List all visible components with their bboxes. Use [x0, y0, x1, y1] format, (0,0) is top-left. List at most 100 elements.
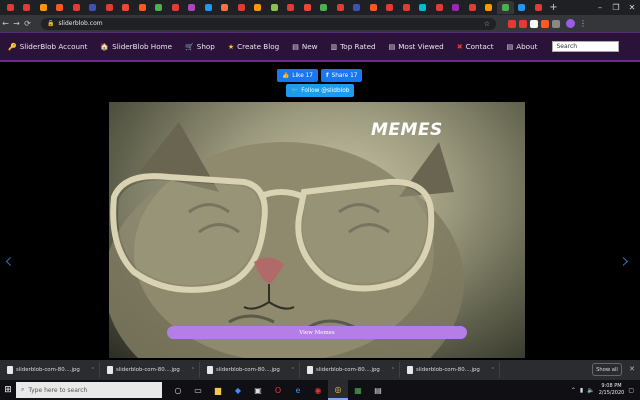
- nav-item-shop[interactable]: 🛒 Shop: [185, 42, 215, 51]
- browser-tab[interactable]: [151, 1, 168, 14]
- windows-start-icon[interactable]: ⊞: [0, 380, 16, 400]
- extension-icon[interactable]: [541, 19, 549, 28]
- browser-tab[interactable]: [497, 1, 514, 14]
- next-slide-arrow-icon[interactable]: ›: [621, 249, 630, 274]
- nav-item-about[interactable]: ▤ About: [507, 42, 538, 51]
- download-item[interactable]: sliderblob-com-80....jpg ⌃: [203, 362, 300, 378]
- browser-tab[interactable]: [365, 1, 382, 14]
- close-window-icon[interactable]: ✕: [624, 1, 640, 13]
- browser-tab[interactable]: [530, 1, 547, 14]
- browser-tab[interactable]: [52, 1, 69, 14]
- opera-icon[interactable]: O: [268, 380, 288, 400]
- media-icon[interactable]: ◉: [308, 380, 328, 400]
- browser-tab[interactable]: [464, 1, 481, 14]
- multitask-icon[interactable]: ▭: [188, 380, 208, 400]
- minimize-icon[interactable]: –: [592, 1, 608, 13]
- task-view-icon[interactable]: ○: [168, 380, 188, 400]
- nav-item-create-blog[interactable]: ★ Create Blog: [228, 42, 279, 51]
- reload-icon[interactable]: ⟳: [22, 19, 33, 28]
- back-icon[interactable]: ←: [0, 19, 11, 28]
- close-downloads-icon[interactable]: ✕: [629, 365, 635, 373]
- download-options-icon[interactable]: ⌃: [491, 367, 495, 373]
- browser-tab[interactable]: [398, 1, 415, 14]
- show-all-downloads-button[interactable]: Show all: [592, 363, 622, 376]
- browser-tab[interactable]: [101, 1, 118, 14]
- browser-tab[interactable]: [431, 1, 448, 14]
- browser-tab[interactable]: [332, 1, 349, 14]
- lock-icon: 🔒: [47, 20, 55, 27]
- extension-icon[interactable]: [508, 19, 516, 28]
- nav-item-label: Contact: [465, 42, 494, 51]
- menu-kebab-icon[interactable]: ⋮: [579, 19, 587, 28]
- browser-tab[interactable]: [2, 1, 19, 14]
- maximize-icon[interactable]: ❐: [608, 1, 624, 13]
- browser-tab[interactable]: [514, 1, 531, 14]
- site-search-input[interactable]: Search: [552, 41, 620, 52]
- download-options-icon[interactable]: ⌃: [191, 367, 195, 373]
- notifications-icon[interactable]: ▢: [628, 387, 634, 394]
- browser-tab[interactable]: [184, 1, 201, 14]
- nav-item-sliderblob-account[interactable]: 🔑 SliderBlob Account: [8, 42, 87, 51]
- browser-tab[interactable]: [481, 1, 498, 14]
- download-options-icon[interactable]: ⌃: [391, 367, 395, 373]
- nav-item-contact[interactable]: ✖ Contact: [457, 42, 494, 51]
- network-icon[interactable]: ▮: [580, 387, 583, 394]
- nav-item-new[interactable]: ▤ New: [292, 42, 317, 51]
- tray-chevron-icon[interactable]: ⌃: [571, 387, 576, 394]
- browser-tab[interactable]: [200, 1, 217, 14]
- edge-icon[interactable]: e: [288, 380, 308, 400]
- window-controls: – ❐ ✕: [592, 1, 640, 13]
- new-tab-icon[interactable]: +: [547, 2, 561, 13]
- twitter-follow-button[interactable]: 🐦 Follow @slidblob: [286, 84, 355, 97]
- clock[interactable]: 9:08 PM 2/15/2020: [599, 383, 625, 397]
- taskbar-search-input[interactable]: ⌕ Type here to search: [16, 382, 162, 398]
- nav-item-top-rated[interactable]: ▥ Top Rated: [331, 42, 376, 51]
- browser-tab[interactable]: [448, 1, 465, 14]
- previous-slide-arrow-icon[interactable]: ‹: [4, 249, 13, 274]
- nav-item-sliderblob-home[interactable]: 🏠 SliderBlob Home: [100, 42, 172, 51]
- browser-tab[interactable]: [266, 1, 283, 14]
- browser-tab[interactable]: [167, 1, 184, 14]
- like-button[interactable]: 👍 Like 17: [277, 69, 318, 82]
- browser-tab[interactable]: [283, 1, 300, 14]
- browser-tab[interactable]: [382, 1, 399, 14]
- volume-icon[interactable]: 🔈: [587, 387, 594, 394]
- download-item[interactable]: sliderblob-com-80....jpg ⌃: [103, 362, 200, 378]
- browser-tab[interactable]: [134, 1, 151, 14]
- profile-avatar[interactable]: [566, 19, 575, 28]
- calculator-icon[interactable]: ▤: [368, 380, 388, 400]
- dropbox-icon[interactable]: ◆: [228, 380, 248, 400]
- chrome-icon[interactable]: ◎: [328, 380, 348, 400]
- extension-icon[interactable]: [552, 19, 560, 28]
- browser-tab[interactable]: [349, 1, 366, 14]
- download-options-icon[interactable]: ⌃: [91, 367, 95, 373]
- browser-tab[interactable]: [316, 1, 333, 14]
- download-options-icon[interactable]: ⌃: [291, 367, 295, 373]
- store-icon[interactable]: ▣: [248, 380, 268, 400]
- browser-tab[interactable]: [85, 1, 102, 14]
- file-explorer-icon[interactable]: ▆: [208, 380, 228, 400]
- browser-tab[interactable]: [35, 1, 52, 14]
- file-icon: [207, 366, 213, 374]
- browser-tab[interactable]: [233, 1, 250, 14]
- browser-tab[interactable]: [68, 1, 85, 14]
- download-item[interactable]: sliderblob-com-80....jpg ⌃: [403, 362, 500, 378]
- view-memes-button[interactable]: View Memes: [167, 326, 467, 339]
- nav-item-label: New: [301, 42, 318, 51]
- spreadsheet-icon[interactable]: ▦: [348, 380, 368, 400]
- browser-tab[interactable]: [118, 1, 135, 14]
- browser-tab[interactable]: [299, 1, 316, 14]
- bookmark-star-icon[interactable]: ☆: [484, 20, 490, 28]
- browser-tab[interactable]: [217, 1, 234, 14]
- forward-icon[interactable]: →: [11, 19, 22, 28]
- browser-tab[interactable]: [415, 1, 432, 14]
- browser-tab[interactable]: [19, 1, 36, 14]
- share-button[interactable]: f Share 17: [321, 69, 363, 82]
- extension-icon[interactable]: [519, 19, 527, 28]
- download-item[interactable]: sliderblob-com-80....jpg ⌃: [3, 362, 100, 378]
- extension-icon[interactable]: [530, 19, 538, 28]
- address-bar[interactable]: 🔒 sliderblob.com ☆: [41, 17, 496, 30]
- download-item[interactable]: sliderblob-com-80....jpg ⌃: [303, 362, 400, 378]
- nav-item-most-viewed[interactable]: ▤ Most Viewed: [389, 42, 444, 51]
- browser-tab[interactable]: [250, 1, 267, 14]
